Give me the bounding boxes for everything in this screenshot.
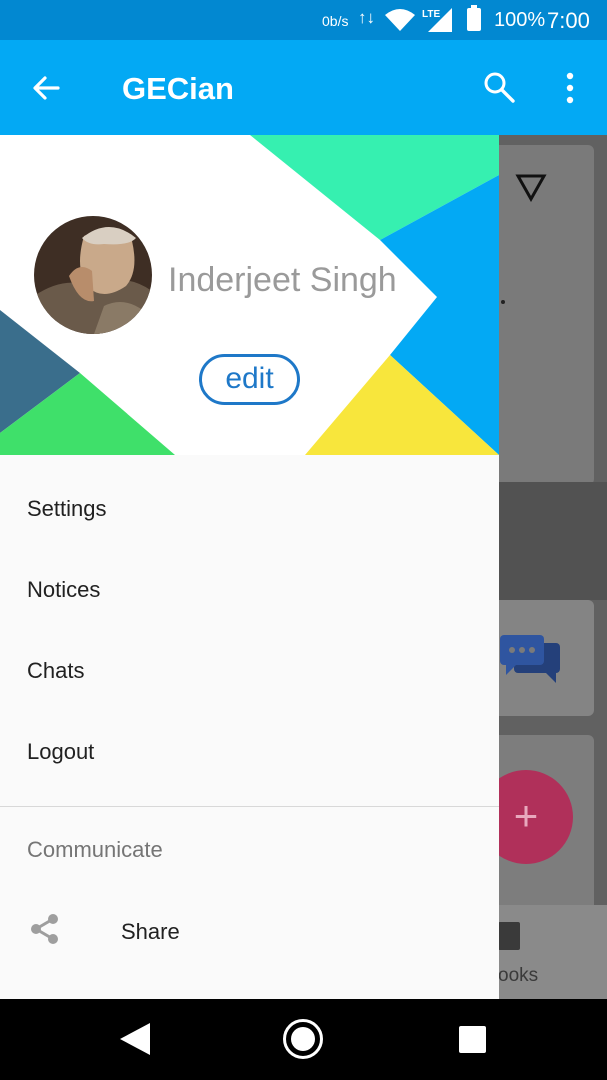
arrow-back-icon[interactable] <box>28 70 64 106</box>
system-nav-bar <box>0 999 607 1080</box>
network-speed: 0b/s <box>322 13 349 29</box>
share-icon <box>31 914 58 944</box>
data-activity-icon: ↑↓ <box>358 8 375 27</box>
menu-item-label: Chats <box>27 658 85 683</box>
avatar[interactable] <box>34 216 152 334</box>
battery-percent: 100% <box>494 9 546 31</box>
menu-item-label: Settings <box>27 496 107 521</box>
user-name: Inderjeet Singh <box>168 261 397 299</box>
book-icon <box>498 922 520 950</box>
menu-item-label: Logout <box>27 739 95 764</box>
nav-home-icon[interactable] <box>283 1019 323 1059</box>
dot-mark <box>501 300 505 304</box>
signal-icon: LTE <box>422 8 452 32</box>
edit-profile-button[interactable]: edit <box>199 354 300 405</box>
menu-item-notices[interactable]: Notices <box>0 552 499 632</box>
menu-item-chats[interactable]: Chats <box>0 633 499 713</box>
navigation-drawer: Inderjeet Singh edit Settings Notices Ch… <box>0 135 499 999</box>
menu-item-label: Notices <box>27 577 101 602</box>
battery-icon <box>467 5 481 31</box>
section-title: Communicate <box>27 837 163 862</box>
filter-icon <box>515 174 547 202</box>
menu-item-logout[interactable]: Logout <box>0 714 499 794</box>
status-bar: 0b/s ↑↓ LTE 100% 7:00 <box>0 0 607 40</box>
nav-back-icon[interactable] <box>118 1021 152 1057</box>
clock: 7:00 <box>547 8 590 33</box>
app-title: GECian <box>122 71 234 106</box>
search-icon[interactable] <box>482 70 516 104</box>
lte-label: LTE <box>422 9 440 20</box>
bottom-nav-label: ooks <box>498 965 539 986</box>
wifi-icon <box>385 9 415 31</box>
chat-icon <box>500 635 560 683</box>
menu-item-settings[interactable]: Settings <box>0 471 499 551</box>
menu-item-share[interactable]: Share <box>121 919 180 945</box>
divider <box>0 806 499 807</box>
more-vert-icon[interactable] <box>560 70 580 106</box>
app-bar: GECian <box>0 40 607 135</box>
nav-recents-icon[interactable] <box>459 1026 486 1053</box>
drawer-header: Inderjeet Singh edit <box>0 135 499 455</box>
